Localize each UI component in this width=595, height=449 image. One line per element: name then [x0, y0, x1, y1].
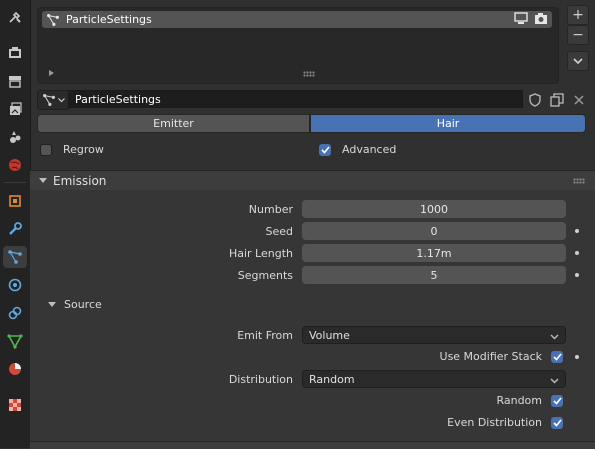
particle-settings-datablock: ParticleSettings [37, 90, 589, 110]
list-item-label: ParticleSettings [66, 13, 152, 26]
camera-icon[interactable] [534, 12, 548, 28]
render-tab-icon[interactable] [3, 42, 27, 64]
material-tab-icon[interactable] [3, 358, 27, 380]
duplicate-icon[interactable] [548, 91, 566, 108]
fake-user-shield-icon[interactable] [526, 91, 544, 108]
physics-tab-icon[interactable] [3, 274, 27, 296]
add-particle-system-button[interactable]: + [567, 5, 589, 25]
particles-icon [46, 13, 60, 27]
even-distribution-option[interactable]: Even Distribution [447, 416, 563, 429]
emit-from-value: Volume [309, 328, 350, 342]
type-emitter-button[interactable]: Emitter [37, 114, 310, 133]
even-distribution-label: Even Distribution [447, 416, 542, 429]
even-distribution-checkbox[interactable] [551, 416, 563, 429]
collapse-arrow-icon [48, 301, 56, 308]
scene-tab-icon[interactable] [3, 126, 27, 148]
emission-panel-header[interactable]: Emission [30, 170, 595, 191]
segments-field[interactable]: 5 [302, 266, 566, 284]
list-item[interactable]: ParticleSettings [42, 11, 552, 28]
number-label: Number [248, 203, 293, 216]
drag-grip-icon[interactable] [573, 178, 585, 184]
source-subpanel-header[interactable]: Source [48, 298, 102, 311]
regrow-label: Regrow [63, 143, 104, 156]
list-menu-button[interactable] [567, 51, 589, 71]
constraints-tab-icon[interactable] [3, 302, 27, 324]
particles-icon [42, 93, 56, 107]
output-tab-icon[interactable] [3, 70, 27, 92]
use-modifier-stack-label: Use Modifier Stack [439, 350, 542, 363]
number-field[interactable]: 1000 [302, 200, 566, 218]
chevron-down-icon [550, 374, 559, 387]
chevron-down-icon [573, 53, 583, 69]
particle-system-list[interactable]: ParticleSettings [37, 7, 559, 84]
world-tab-icon[interactable] [3, 154, 27, 176]
animate-property-dot-icon[interactable] [575, 251, 579, 255]
chevron-down-icon [57, 97, 65, 103]
resize-grip-icon[interactable] [303, 71, 315, 77]
animate-property-dot-icon[interactable] [575, 229, 579, 233]
tool-tab-icon[interactable] [3, 6, 27, 28]
particles-tab-icon[interactable] [3, 246, 27, 268]
hair-length-label: Hair Length [228, 247, 293, 260]
advanced-label: Advanced [342, 143, 397, 156]
segments-label: Segments [237, 269, 293, 282]
emit-from-label: Emit From [237, 329, 293, 342]
chevron-down-icon [550, 330, 559, 343]
properties-tab-bar [0, 0, 31, 448]
distribution-label: Distribution [228, 373, 293, 386]
view-layer-tab-icon[interactable] [3, 98, 27, 120]
object-tab-icon[interactable] [3, 190, 27, 212]
advanced-checkbox[interactable] [319, 143, 331, 156]
data-tab-icon[interactable] [3, 330, 27, 352]
use-modifier-stack-option[interactable]: Use Modifier Stack [440, 350, 563, 363]
type-hair-button[interactable]: Hair [310, 114, 586, 133]
random-checkbox[interactable] [551, 394, 563, 407]
random-option[interactable]: Random [496, 394, 563, 407]
remove-particle-system-button[interactable]: − [567, 25, 589, 45]
distribution-value: Random [309, 372, 355, 386]
regrow-option[interactable]: Regrow [40, 143, 104, 156]
hair-length-field[interactable]: 1.17m [302, 244, 566, 262]
random-label: Random [496, 394, 542, 407]
datablock-browse-button[interactable] [37, 90, 69, 110]
monitor-icon[interactable] [514, 12, 528, 28]
emission-panel-title: Emission [53, 174, 107, 188]
texture-tab-icon[interactable] [3, 394, 27, 416]
distribution-dropdown[interactable]: Random [302, 370, 566, 388]
emit-from-dropdown[interactable]: Volume [302, 326, 566, 344]
seed-field[interactable]: 0 [302, 222, 566, 240]
seed-label: Seed [265, 225, 294, 238]
expand-triangle-icon[interactable] [49, 70, 54, 76]
animate-property-dot-icon[interactable] [575, 273, 579, 277]
regrow-checkbox[interactable] [40, 143, 52, 156]
animate-property-dot-icon[interactable] [575, 355, 579, 359]
datablock-name-field[interactable]: ParticleSettings [68, 90, 523, 108]
collapse-arrow-icon [39, 178, 47, 184]
unlink-close-icon[interactable] [570, 91, 588, 108]
use-modifier-stack-checkbox[interactable] [551, 350, 563, 363]
modifiers-tab-icon[interactable] [3, 218, 27, 240]
advanced-option[interactable]: Advanced [319, 143, 396, 156]
source-subpanel-title: Source [64, 298, 102, 311]
